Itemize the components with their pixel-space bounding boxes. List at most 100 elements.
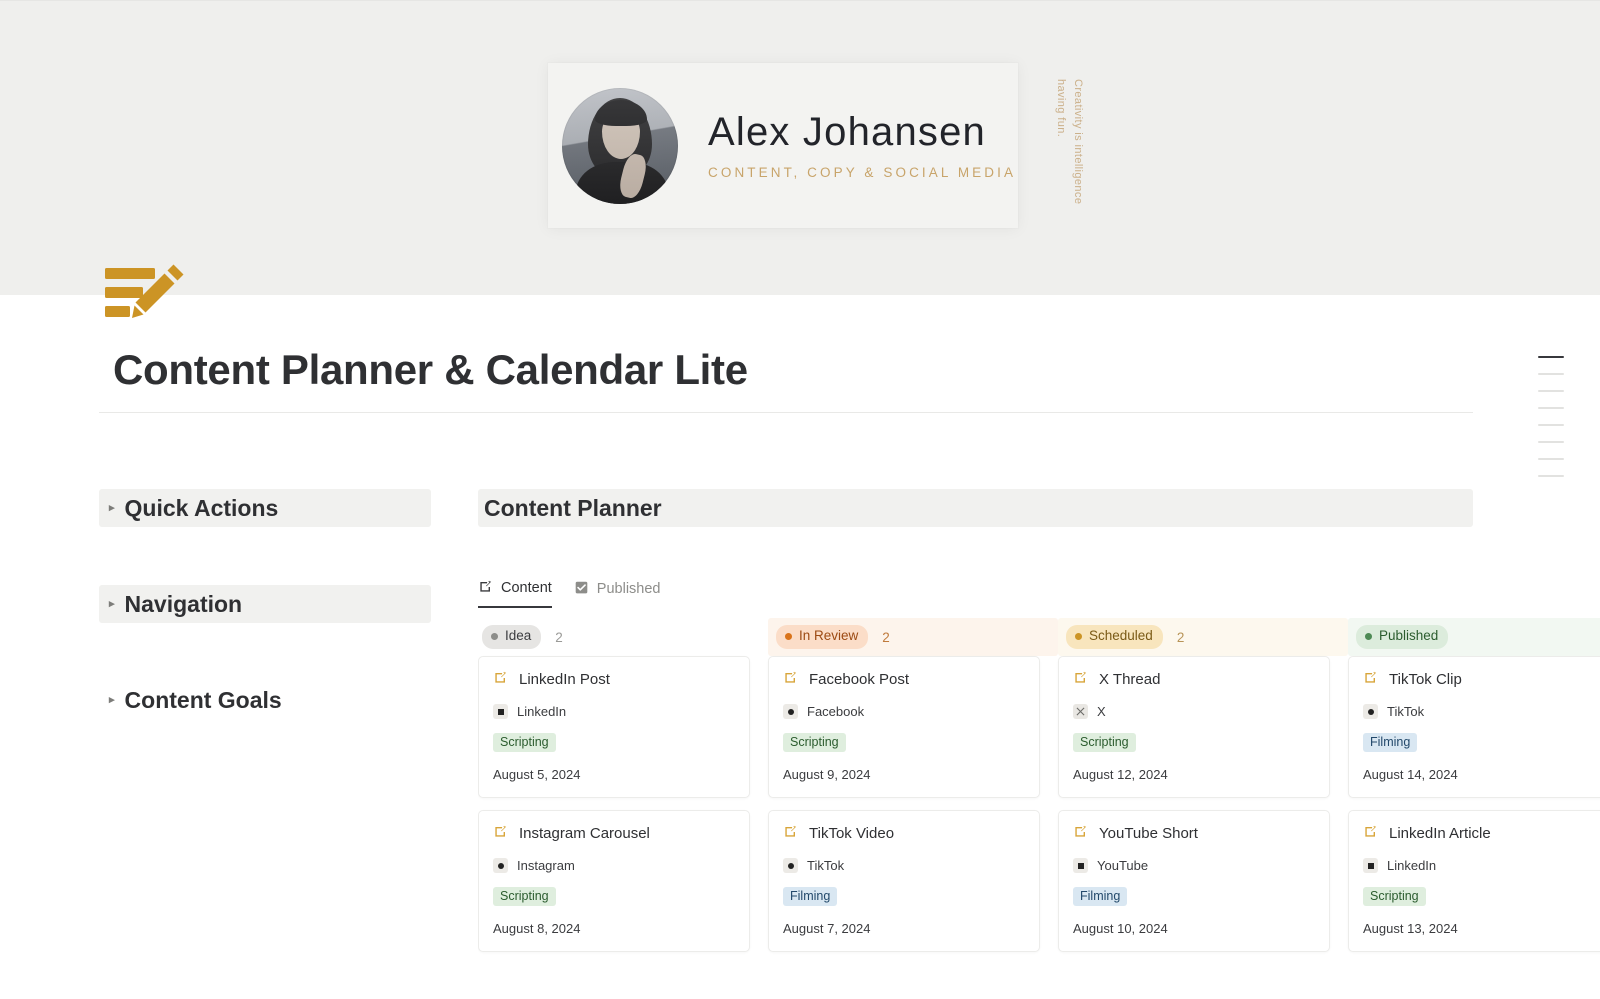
column-header[interactable]: Published <box>1348 618 1600 656</box>
toggle-content-goals[interactable]: ▸ Content Goals <box>99 681 431 719</box>
status-badge: Idea <box>482 625 542 649</box>
cover-banner: Alex Johansen CONTENT, COPY & SOCIAL MED… <box>0 0 1600 295</box>
column-count: 2 <box>555 629 563 645</box>
card-platform-row: X <box>1073 704 1315 719</box>
minimap-item[interactable] <box>1538 373 1564 375</box>
card-title: X Thread <box>1099 671 1161 688</box>
square-icon <box>1363 858 1378 873</box>
board-card[interactable]: YouTube Short YouTube Filming August 10, 20… <box>1058 810 1330 952</box>
column-count: 2 <box>1176 629 1185 645</box>
card-platform-row: LinkedIn <box>1363 858 1600 873</box>
page-edit-icon <box>1073 824 1088 843</box>
kanban-board[interactable]: Idea 2 LinkedIn Post LinkedIn Scripting Augus… <box>478 618 1600 999</box>
card-platform-label: LinkedIn <box>1387 858 1437 873</box>
column-header[interactable]: Idea 2 <box>478 618 750 656</box>
status-label: Idea <box>505 628 532 644</box>
card-title: YouTube Short <box>1099 825 1198 842</box>
title-divider <box>99 412 1473 413</box>
card-date: August 7, 2024 <box>783 921 871 936</box>
card-platform-row: Instagram <box>493 858 735 873</box>
note-edit-icon <box>103 262 187 320</box>
minimap-item[interactable] <box>1538 475 1564 477</box>
page-edit-icon <box>1363 824 1378 843</box>
edit-square-icon <box>478 579 493 598</box>
tab-published[interactable]: Published <box>574 576 661 608</box>
status-dot-icon <box>1075 633 1082 640</box>
card-stage-tag: Filming <box>1073 887 1128 906</box>
page-edit-icon <box>1363 670 1378 689</box>
left-column: ▸ Quick Actions ▸ Navigation ▸ Content Goals <box>99 489 431 719</box>
page-edit-icon <box>493 670 508 689</box>
chevron-right-icon[interactable]: ▸ <box>109 694 115 706</box>
minimap-item[interactable] <box>1538 356 1564 358</box>
profile-tagline: CONTENT, COPY & SOCIAL MEDIA <box>708 165 1017 180</box>
card-tag-row: Filming <box>1073 887 1315 906</box>
board-card[interactable]: LinkedIn Post LinkedIn Scripting August 5, … <box>478 656 750 798</box>
card-title: Facebook Post <box>809 671 910 688</box>
card-platform-label: LinkedIn <box>517 704 567 719</box>
card-platform-label: TikTok <box>807 858 845 873</box>
toggle-navigation[interactable]: ▸ Navigation <box>99 585 431 623</box>
card-title: TikTok Video <box>809 825 895 842</box>
card-platform-label: TikTok <box>1387 704 1425 719</box>
circle-icon <box>783 704 798 719</box>
card-tag-row: Filming <box>783 887 1025 906</box>
content-planner-panel: Content Planner Content Published <box>478 489 1473 608</box>
page-edit-icon <box>1073 670 1088 689</box>
column-header[interactable]: Scheduled 2 <box>1058 618 1348 656</box>
toggle-quick-actions[interactable]: ▸ Quick Actions <box>99 489 431 527</box>
card-platform-row: TikTok <box>783 858 1025 873</box>
view-tabs: Content Published <box>478 576 1473 608</box>
toggle-label: Content Goals <box>124 686 282 713</box>
card-date: August 5, 2024 <box>493 767 581 782</box>
page-edit-icon <box>783 824 798 843</box>
tab-published-label: Published <box>596 581 661 597</box>
minimap-item[interactable] <box>1538 407 1564 409</box>
board-column-published: Published TikTok Clip TikTok Filming August … <box>1348 618 1600 999</box>
cover-quote: Creativity is intelligence having fun. <box>1055 79 1085 205</box>
tab-content[interactable]: Content <box>478 576 552 608</box>
board-column-idea: Idea 2 LinkedIn Post LinkedIn Scripting Augus… <box>478 618 768 999</box>
card-platform-label: Facebook <box>807 704 865 719</box>
status-dot-icon <box>785 633 792 640</box>
card-platform-row: LinkedIn <box>493 704 735 719</box>
board-card[interactable]: LinkedIn Article LinkedIn Scripting August … <box>1348 810 1600 952</box>
card-date: August 8, 2024 <box>493 921 581 936</box>
card-stage-tag: Scripting <box>783 733 846 752</box>
card-title-row: YouTube Short <box>1073 824 1315 843</box>
status-dot-icon <box>1365 633 1372 640</box>
minimap-item[interactable] <box>1538 458 1564 460</box>
card-platform-label: Instagram <box>517 858 575 873</box>
card-title: LinkedIn Article <box>1389 825 1491 842</box>
minimap-item[interactable] <box>1538 390 1564 392</box>
x-icon <box>1073 704 1088 719</box>
card-tag-row: Scripting <box>493 887 735 906</box>
database-title: Content Planner <box>484 494 662 521</box>
database-header: Content Planner <box>478 489 1473 527</box>
board-card[interactable]: X Thread X Scripting August 12, 2024 <box>1058 656 1330 798</box>
status-badge: In Review <box>776 625 869 649</box>
card-title-row: Instagram Carousel <box>493 824 735 843</box>
card-date: August 14, 2024 <box>1363 767 1458 782</box>
board-card[interactable]: TikTok Video TikTok Filming August 7, 2024 <box>768 810 1040 952</box>
board-card[interactable]: Instagram Carousel Instagram Scripting Augu… <box>478 810 750 952</box>
outline-minimap[interactable] <box>1538 356 1582 492</box>
board-card[interactable]: TikTok Clip TikTok Filming August 14, 2024 <box>1348 656 1600 798</box>
card-title-row: TikTok Video <box>783 824 1025 843</box>
minimap-item[interactable] <box>1538 441 1564 443</box>
chevron-right-icon[interactable]: ▸ <box>109 598 115 610</box>
tab-content-label: Content <box>501 580 552 596</box>
board-column-scheduled: Scheduled 2 X Thread X Scripting August 12, 2… <box>1058 618 1348 999</box>
card-stage-tag: Scripting <box>1073 733 1136 752</box>
card-title-row: LinkedIn Post <box>493 670 735 689</box>
board-card[interactable]: Facebook Post Facebook Scripting August 9, … <box>768 656 1040 798</box>
card-title-row: TikTok Clip <box>1363 670 1600 689</box>
chevron-right-icon[interactable]: ▸ <box>109 502 115 514</box>
status-label: Published <box>1379 628 1439 644</box>
minimap-item[interactable] <box>1538 424 1564 426</box>
profile-name: Alex Johansen <box>708 110 987 154</box>
column-header[interactable]: In Review 2 <box>768 618 1058 656</box>
card-title: Instagram Carousel <box>519 825 650 842</box>
status-label: In Review <box>799 628 859 644</box>
card-tag-row: Scripting <box>1363 887 1600 906</box>
